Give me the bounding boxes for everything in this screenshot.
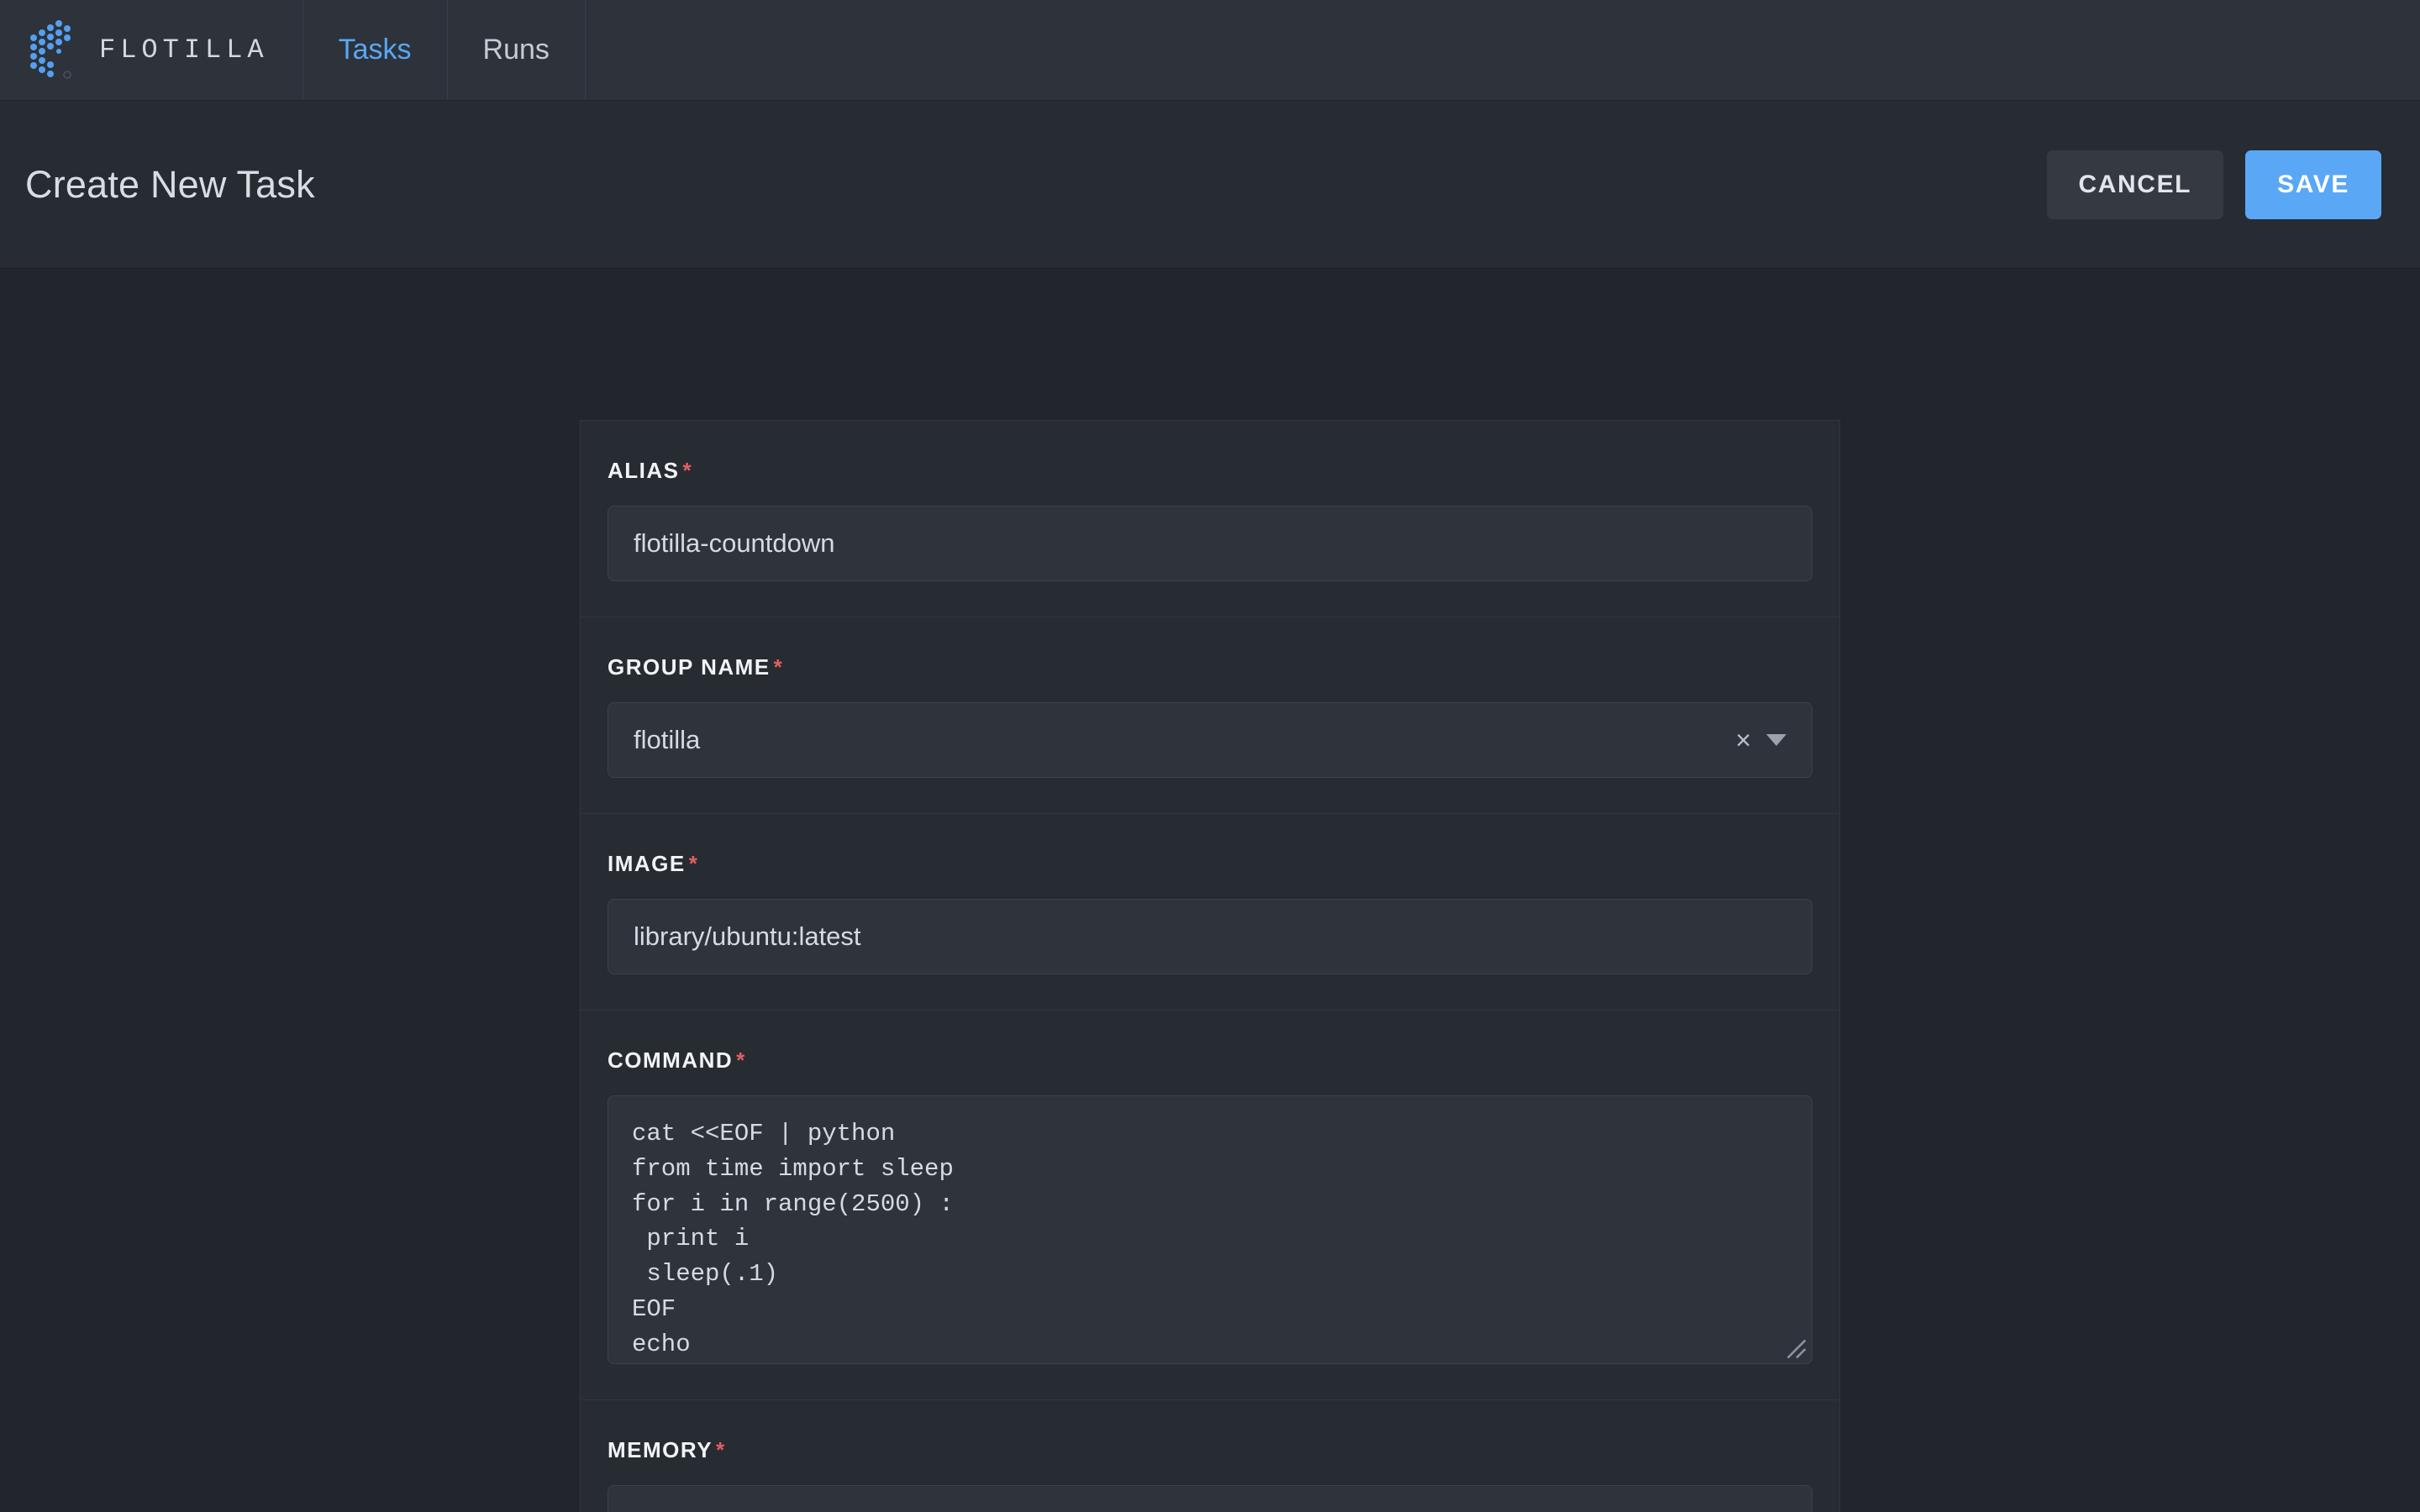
- main-content: ALIAS * flotilla-countdown GROUP NAME * fl…: [0, 269, 2420, 1512]
- alias-label: ALIAS *: [608, 458, 1812, 484]
- page-title: Create New Task: [25, 162, 315, 206]
- chevron-down-icon[interactable]: [1766, 734, 1786, 746]
- memory-value: 512: [634, 1508, 677, 1512]
- memory-input[interactable]: 512: [608, 1485, 1812, 1512]
- clear-icon[interactable]: ×: [1733, 727, 1753, 753]
- brand[interactable]: FLOTILLA: [0, 0, 303, 100]
- field-image: IMAGE * library/ubuntu:latest: [581, 814, 1839, 1011]
- save-button[interactable]: SAVE: [2245, 150, 2381, 219]
- header-actions: CANCEL SAVE: [2046, 150, 2381, 219]
- image-value: library/ubuntu:latest: [634, 921, 861, 951]
- memory-label-text: MEMORY: [608, 1437, 713, 1462]
- alias-label-text: ALIAS: [608, 458, 680, 483]
- create-task-form: ALIAS * flotilla-countdown GROUP NAME * fl…: [580, 420, 1840, 1512]
- alias-value: flotilla-countdown: [634, 528, 835, 558]
- page-header: Create New Task CANCEL SAVE: [0, 101, 2420, 269]
- group-name-required-marker: *: [773, 654, 784, 680]
- nav-tab-runs[interactable]: Runs: [448, 0, 586, 100]
- app-root: FLOTILLA Tasks Runs Create New Task CANC…: [0, 0, 2420, 1512]
- group-name-select[interactable]: flotilla ×: [608, 702, 1812, 778]
- command-label-text: COMMAND: [608, 1047, 734, 1073]
- field-alias: ALIAS * flotilla-countdown: [581, 421, 1839, 617]
- image-input[interactable]: library/ubuntu:latest: [608, 899, 1812, 974]
- group-name-label-text: GROUP NAME: [608, 654, 771, 680]
- field-memory: MEMORY* 512: [581, 1400, 1839, 1512]
- cancel-button[interactable]: CANCEL: [2046, 150, 2224, 219]
- nav-tab-tasks-label: Tasks: [338, 34, 412, 66]
- command-value: cat <<EOF | python from time import slee…: [632, 1120, 954, 1358]
- memory-label: MEMORY *: [608, 1437, 1812, 1463]
- resize-handle-icon[interactable]: [1786, 1338, 1807, 1360]
- image-required-marker: *: [688, 851, 699, 876]
- brand-name: FLOTILLA: [99, 34, 269, 66]
- command-required-marker: *: [736, 1047, 746, 1073]
- nav-tab-runs-label: Runs: [482, 34, 550, 66]
- flotilla-dot-logo-icon: [30, 19, 71, 79]
- command-textarea[interactable]: cat <<EOF | python from time import slee…: [608, 1095, 1812, 1364]
- image-label-text: IMAGE: [608, 851, 686, 876]
- command-label: COMMAND *: [608, 1047, 1812, 1074]
- image-label: IMAGE *: [608, 851, 1812, 877]
- alias-required-marker: *: [682, 458, 693, 483]
- field-group-name: GROUP NAME * flotilla ×: [581, 617, 1839, 814]
- group-name-label: GROUP NAME *: [608, 654, 1812, 680]
- top-navbar: FLOTILLA Tasks Runs: [0, 0, 2420, 101]
- alias-input[interactable]: flotilla-countdown: [608, 506, 1812, 581]
- nav-tab-tasks[interactable]: Tasks: [303, 0, 448, 100]
- memory-required-marker: *: [716, 1437, 726, 1462]
- group-name-value: flotilla: [634, 725, 701, 754]
- group-name-adornments: ×: [1733, 727, 1786, 753]
- field-command: COMMAND * cat <<EOF | python from time im…: [581, 1011, 1839, 1400]
